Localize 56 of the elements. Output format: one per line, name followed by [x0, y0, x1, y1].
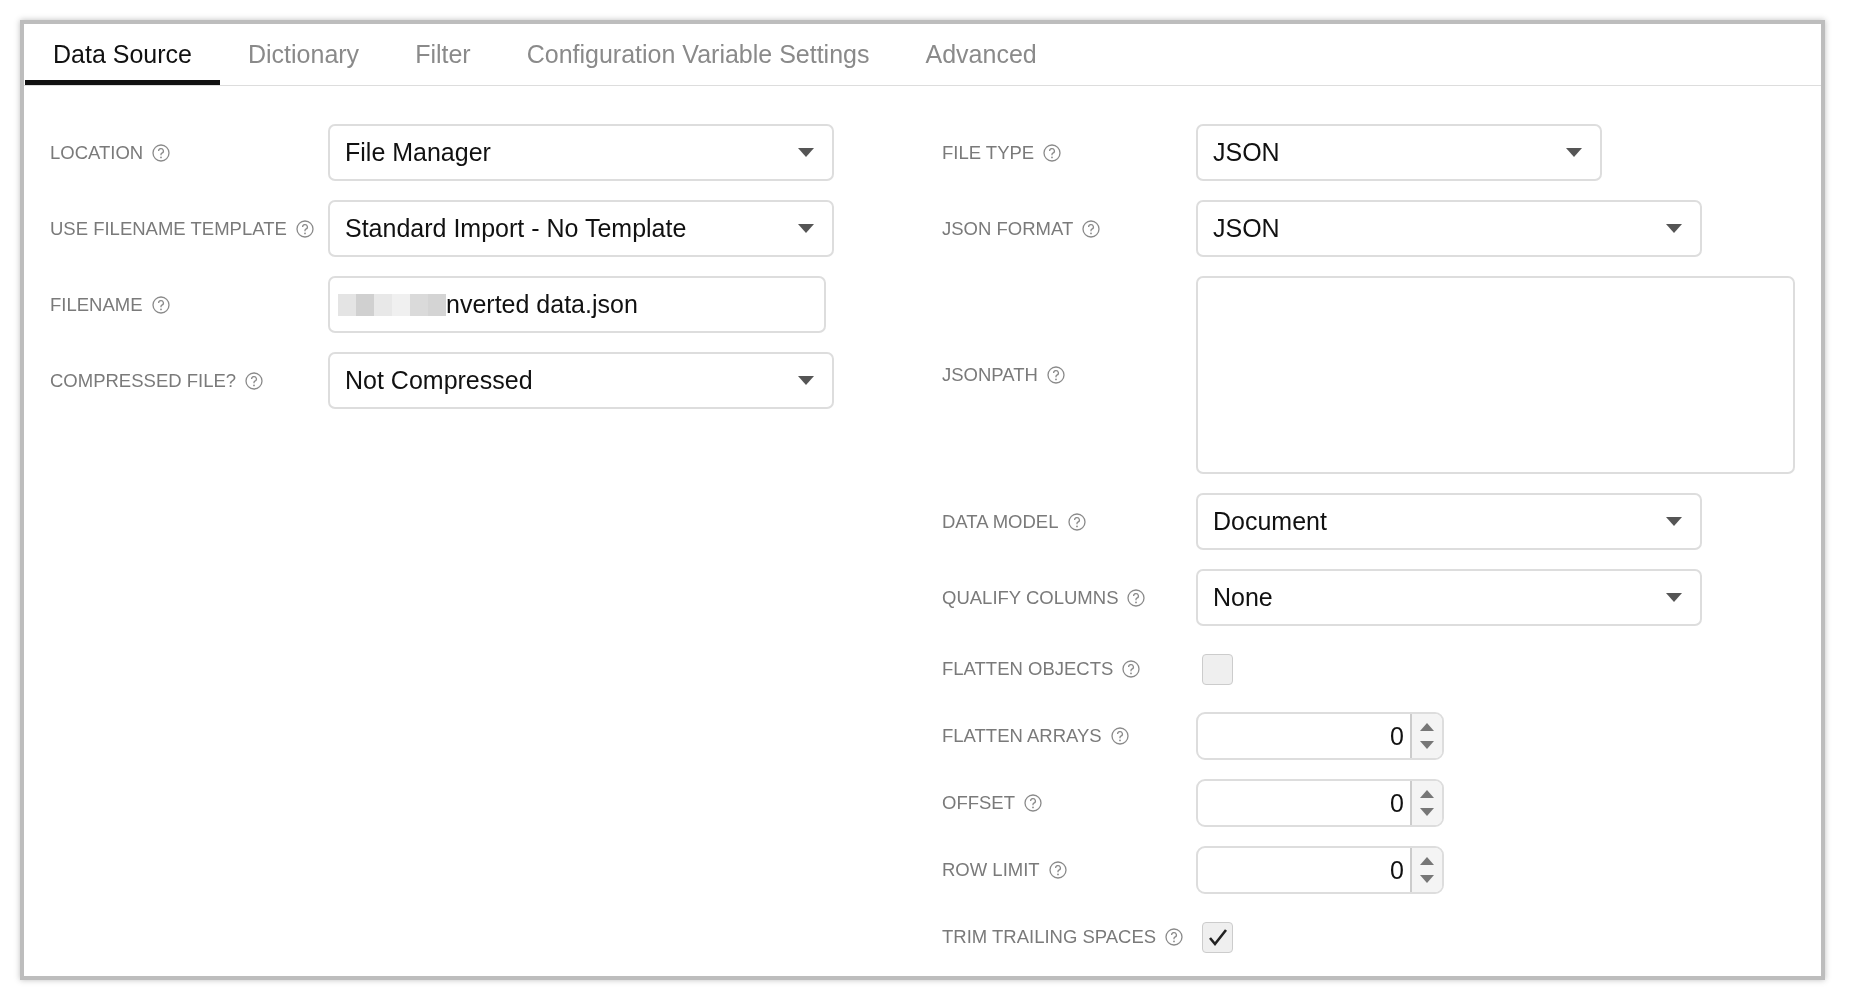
- caret-icon: [1666, 224, 1682, 233]
- field-label: QUALIFY COLUMNS: [942, 586, 1119, 609]
- dropdown[interactable]: Document: [1196, 493, 1702, 550]
- field-label: JSONPATH: [942, 364, 1038, 386]
- caret-icon: [798, 376, 814, 385]
- checkbox[interactable]: [1202, 653, 1233, 685]
- field-label: USE FILENAME TEMPLATE: [50, 217, 287, 240]
- field-label: JSON FORMAT: [942, 217, 1074, 240]
- field-label: OFFSET: [942, 792, 1015, 814]
- increment-icon[interactable]: [1420, 857, 1434, 865]
- help-icon[interactable]: [1127, 588, 1146, 607]
- dropdown[interactable]: None: [1196, 569, 1702, 626]
- check-icon: [1206, 927, 1229, 947]
- help-icon[interactable]: [1048, 861, 1067, 879]
- dropdown[interactable]: JSON: [1196, 124, 1602, 181]
- dropdown[interactable]: Standard Import - No Template: [328, 200, 834, 257]
- decrement-icon[interactable]: [1420, 808, 1434, 816]
- caret-icon: [798, 224, 814, 233]
- decrement-icon[interactable]: [1420, 741, 1434, 749]
- decrement-icon[interactable]: [1420, 875, 1434, 883]
- help-icon[interactable]: [1082, 219, 1101, 238]
- help-icon[interactable]: [1046, 366, 1065, 384]
- field-label: FILENAME: [50, 293, 143, 316]
- field-label: TRIM TRAILING SPACES: [942, 926, 1157, 948]
- dropdown[interactable]: Not Compressed: [328, 352, 834, 409]
- tab[interactable]: Data Source: [25, 24, 220, 85]
- help-icon[interactable]: [295, 219, 314, 238]
- number-field[interactable]: 0: [1196, 712, 1444, 760]
- help-icon[interactable]: [1165, 928, 1184, 946]
- increment-icon[interactable]: [1420, 790, 1434, 798]
- number-field[interactable]: 0: [1196, 846, 1444, 894]
- filename-field[interactable]: nverted data.json: [328, 276, 826, 333]
- caret-icon: [1666, 593, 1682, 602]
- checkbox[interactable]: [1202, 921, 1233, 953]
- help-icon[interactable]: [1110, 727, 1129, 745]
- help-icon[interactable]: [1067, 512, 1086, 531]
- field-label: COMPRESSED FILE?: [50, 369, 237, 392]
- help-icon[interactable]: [245, 371, 264, 390]
- number-field[interactable]: 0: [1196, 779, 1444, 827]
- dropdown[interactable]: JSON: [1196, 200, 1702, 257]
- field-label: DATA MODEL: [942, 510, 1059, 533]
- help-icon[interactable]: [152, 143, 171, 162]
- help-icon[interactable]: [1024, 794, 1042, 812]
- caret-icon: [1666, 517, 1682, 526]
- field-label: ROW LIMIT: [942, 859, 1040, 881]
- caret-icon: [1566, 148, 1582, 157]
- field-label: LOCATION: [50, 141, 144, 164]
- dropdown[interactable]: File Manager: [328, 124, 834, 181]
- help-icon[interactable]: [1122, 660, 1141, 678]
- field-label: FILE TYPE: [942, 141, 1035, 164]
- caret-icon: [798, 148, 814, 157]
- field-label: FLATTEN ARRAYS: [942, 725, 1102, 747]
- increment-icon[interactable]: [1420, 723, 1434, 731]
- help-icon[interactable]: [151, 295, 170, 314]
- field-label: FLATTEN OBJECTS: [942, 658, 1114, 680]
- help-icon[interactable]: [1043, 143, 1062, 162]
